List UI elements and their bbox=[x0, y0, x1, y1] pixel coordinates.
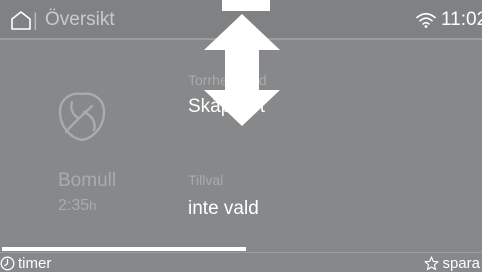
footer-divider bbox=[0, 252, 482, 253]
leaf-icon[interactable] bbox=[52, 86, 112, 146]
clock-icon bbox=[0, 256, 15, 270]
overview-screen: | Översikt 11:02 Bomull 2:35h Torrhetsgr… bbox=[0, 0, 482, 272]
breadcrumb-separator: | bbox=[33, 10, 38, 30]
clock-time: 11:02 bbox=[441, 9, 482, 30]
timer-button[interactable]: timer bbox=[0, 254, 51, 272]
save-button[interactable]: spara bbox=[424, 254, 480, 272]
duration-value: 2:35 bbox=[58, 197, 90, 214]
wifi-icon bbox=[416, 12, 436, 28]
program-duration: 2:35h bbox=[58, 197, 96, 215]
save-label: spara bbox=[442, 254, 480, 272]
extras-label: Tillval bbox=[188, 172, 224, 188]
duration-unit: h bbox=[89, 198, 97, 213]
page-title: Översikt bbox=[45, 9, 115, 30]
drag-arrow-icon[interactable] bbox=[200, 14, 284, 126]
star-icon bbox=[424, 255, 440, 270]
pull-down-tab[interactable] bbox=[222, 0, 270, 11]
extras-value[interactable]: inte vald bbox=[188, 198, 259, 220]
program-name: Bomull bbox=[58, 170, 117, 191]
home-icon[interactable] bbox=[10, 10, 32, 30]
timer-label: timer bbox=[18, 254, 52, 272]
scroll-indicator bbox=[2, 247, 246, 251]
